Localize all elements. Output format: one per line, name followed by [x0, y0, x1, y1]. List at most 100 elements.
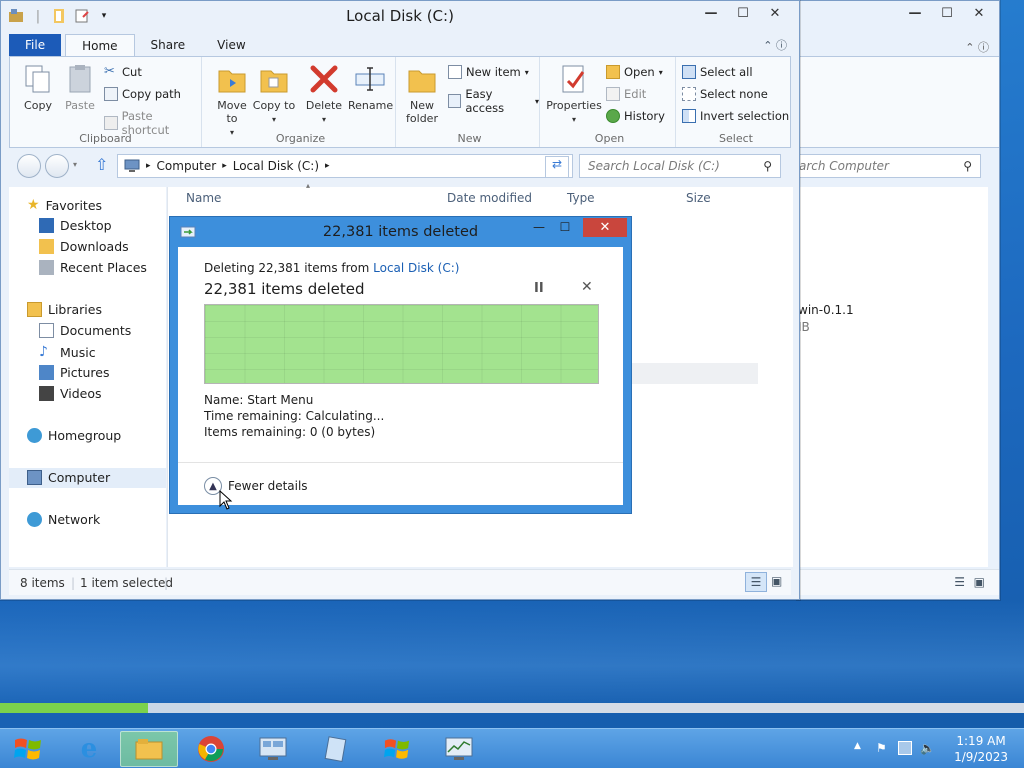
tiles-view-icon[interactable]: ▣	[771, 574, 782, 588]
breadcrumb-computer[interactable]: Computer	[157, 159, 217, 173]
easy-access-button[interactable]: Easy access ▾	[448, 87, 539, 115]
ribbon-help-icons[interactable]: ⌃ ⓘ	[763, 37, 787, 53]
taskbar-windows-app[interactable]	[368, 731, 426, 767]
breadcrumb-local-disk[interactable]: Local Disk (C:)	[233, 159, 319, 173]
copy-to-button[interactable]: Copy to ▾	[252, 63, 296, 126]
history-button[interactable]: History	[606, 109, 665, 123]
back-explorer-window[interactable]: — ☐ ✕ ⌃ ⓘ arch Computer ⚲ win-0.1.1 IB ☰…	[797, 0, 1000, 600]
time-remaining: Time remaining: Calculating...	[204, 409, 385, 423]
volume-muted-icon[interactable]: 🔈	[920, 741, 935, 755]
nav-videos[interactable]: Videos	[39, 386, 102, 401]
column-header-name[interactable]: Name	[186, 191, 221, 205]
back-item-name[interactable]: win-0.1.1	[798, 303, 854, 317]
dialog-destination-link[interactable]: Local Disk (C:)	[373, 261, 459, 275]
nav-recent-places[interactable]: Recent Places	[39, 260, 147, 275]
rename-button[interactable]: Rename	[348, 63, 393, 112]
paste-button[interactable]: Paste	[58, 63, 102, 112]
tab-file[interactable]: File	[9, 34, 62, 56]
back-search-input[interactable]: arch Computer ⚲	[798, 154, 981, 178]
dialog-title-bar[interactable]: 22,381 items deleted — ☐ ✕	[170, 217, 631, 247]
maximize-button[interactable]: ☐	[727, 3, 759, 23]
network-tray-icon[interactable]	[898, 741, 912, 755]
dialog-minimize-button[interactable]: —	[528, 220, 550, 236]
tab-view[interactable]: View	[201, 34, 261, 56]
action-center-flag-icon[interactable]: ⚑	[876, 741, 890, 755]
dialog-close-button[interactable]: ✕	[583, 218, 627, 237]
nav-desktop[interactable]: Desktop	[39, 218, 112, 233]
copy-path-button[interactable]: Copy path	[104, 87, 181, 101]
file-explorer-icon	[135, 739, 163, 760]
new-folder-button[interactable]: New folder	[400, 63, 444, 125]
cut-button[interactable]: ✂ Cut	[104, 64, 142, 80]
nav-music[interactable]: ♪ Music	[39, 344, 96, 360]
nav-network[interactable]: Network	[27, 512, 100, 527]
copy-button[interactable]: Copy	[16, 63, 60, 112]
title-bar[interactable]: | ▾ Local Disk (C:) — ☐ ✕	[1, 1, 799, 31]
dialog-body: Deleting 22,381 items from Local Disk (C…	[178, 247, 623, 505]
nav-favorites[interactable]: ★ Favorites	[27, 197, 102, 213]
back-button[interactable]	[17, 154, 41, 178]
cancel-operation-button[interactable]: ✕	[581, 279, 593, 295]
dialog-maximize-button[interactable]: ☐	[554, 220, 576, 236]
new-item-button[interactable]: New item ▾	[448, 65, 529, 79]
refresh-icon[interactable]: ⇄	[545, 156, 569, 178]
tab-share[interactable]: Share	[135, 34, 202, 56]
address-bar[interactable]: ▸ Computer ▸ Local Disk (C:) ▸ ▼	[117, 154, 573, 178]
sort-arrow-icon: ▴	[306, 181, 311, 190]
details-view-icon[interactable]: ☰	[745, 572, 767, 592]
back-maximize-button[interactable]: ☐	[931, 3, 963, 23]
taskbar-clock[interactable]: 1:19 AM 1/9/2023	[954, 733, 1008, 765]
properties-button[interactable]: Properties ▾	[546, 63, 602, 126]
details-view-icon[interactable]: ☰	[954, 575, 965, 589]
move-to-button[interactable]: Move to ▾	[210, 63, 254, 139]
tab-home[interactable]: Home	[65, 34, 135, 56]
tiles-view-icon[interactable]: ▣	[974, 575, 985, 589]
column-header-date-modified[interactable]: Date modified	[447, 191, 532, 205]
computer-icon	[124, 159, 140, 176]
taskbar-performance-monitor[interactable]	[430, 731, 488, 767]
current-item-name: Name: Start Menu	[204, 393, 314, 407]
open-button[interactable]: Open ▾	[606, 65, 663, 79]
column-header-type[interactable]: Type	[567, 191, 595, 205]
breadcrumb-separator-icon: ▸	[222, 161, 227, 171]
nav-homegroup[interactable]: Homegroup	[27, 428, 121, 443]
forward-button[interactable]	[45, 154, 69, 178]
ribbon-tabs: File Home Share View	[9, 34, 262, 56]
nav-computer[interactable]: Computer	[27, 470, 110, 485]
recent-locations-icon[interactable]: ▾	[73, 160, 77, 169]
back-ribbon-toggle-icon[interactable]: ⌃ ⓘ	[965, 39, 989, 55]
properties-icon	[562, 65, 585, 93]
delete-progress-dialog[interactable]: 22,381 items deleted — ☐ ✕ Deleting 22,3…	[169, 216, 632, 514]
edit-button[interactable]: Edit	[606, 87, 646, 101]
close-button[interactable]: ✕	[759, 3, 791, 23]
nav-documents[interactable]: Documents	[39, 323, 131, 338]
back-minimize-button[interactable]: —	[899, 3, 931, 23]
homegroup-icon	[27, 428, 42, 443]
minimize-button[interactable]: —	[695, 3, 727, 23]
search-icon: ⚲	[763, 159, 772, 173]
taskbar-internet-explorer[interactable]: e	[60, 731, 118, 767]
pause-button[interactable]: II	[534, 281, 544, 296]
clock-date: 1/9/2023	[954, 750, 1008, 764]
select-none-button[interactable]: Select none	[682, 87, 768, 101]
taskbar-remote-desktop[interactable]	[244, 731, 302, 767]
scissors-icon: ✂	[104, 64, 115, 79]
back-close-button[interactable]: ✕	[963, 3, 995, 23]
select-group-label: Select	[719, 132, 753, 145]
search-input[interactable]: Search Local Disk (C:) ⚲	[579, 154, 781, 178]
taskbar-chrome[interactable]	[182, 731, 240, 767]
start-button[interactable]	[6, 731, 50, 767]
invert-selection-button[interactable]: Invert selection	[682, 109, 789, 123]
nav-libraries[interactable]: Libraries	[27, 302, 102, 317]
taskbar-notepad[interactable]	[306, 731, 364, 767]
delete-button[interactable]: Delete ▾	[302, 63, 346, 126]
selected-file-row[interactable]	[628, 363, 758, 384]
nav-downloads[interactable]: Downloads	[39, 239, 129, 254]
move-folder-icon	[218, 70, 246, 93]
show-hidden-icons-icon[interactable]: ▲	[854, 741, 868, 755]
select-all-button[interactable]: Select all	[682, 65, 753, 79]
up-arrow-icon[interactable]: ⇧	[95, 155, 108, 174]
taskbar-file-explorer[interactable]	[120, 731, 178, 767]
column-header-size[interactable]: Size	[686, 191, 711, 205]
nav-pictures[interactable]: Pictures	[39, 365, 110, 380]
